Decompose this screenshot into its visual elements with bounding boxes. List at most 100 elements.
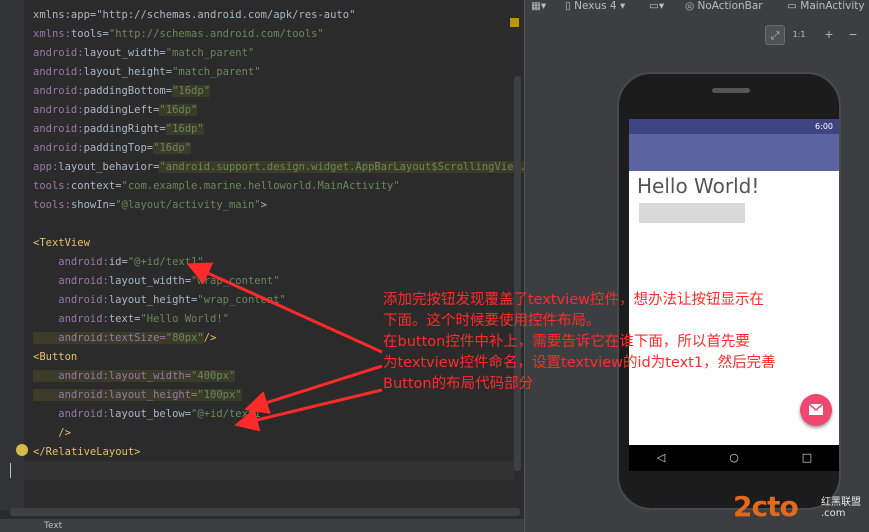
code-line[interactable]: android:layout_height="wrap_content" [33,291,286,310]
button-widget[interactable] [639,203,745,223]
code-token: android: [33,294,109,306]
text-caret [10,463,11,478]
code-token: RelativeLayout [45,446,135,458]
code-token: "Hello World!" [140,313,229,325]
orientation-icon[interactable]: ▦▾ [531,0,546,14]
code-line[interactable]: xmlns:app="http://schemas.android.com/ap… [33,6,355,25]
code-token: tools= [70,28,109,40]
code-token: xmlns: [33,28,71,40]
horizontal-scrollbar[interactable] [10,508,520,516]
code-token: "@layout/activity_main" [115,199,261,211]
floating-action-button[interactable] [800,394,832,426]
code-token: showIn= [70,199,116,211]
code-token: xmlns:app="http://schemas.android.com/ap… [33,9,356,21]
zoom-actual-button[interactable]: 1:1 [789,25,809,45]
code-line[interactable]: android:id="@+id/text1" [33,253,203,272]
code-line[interactable]: android:paddingTop="16dp" [33,139,192,158]
code-token: "16dp" [159,104,198,116]
code-token: layout_behavior= [58,161,160,173]
code-token: </ [33,446,46,458]
code-token: paddingRight= [83,123,166,135]
code-token: <TextView [33,237,90,249]
nav-home-button[interactable]: ○ [724,445,744,471]
api-icon[interactable]: ▭▾ [649,0,664,14]
code-line[interactable]: android:layout_width="wrap_content" [33,272,280,291]
code-line[interactable]: <TextView [33,234,90,253]
lightbulb-icon[interactable] [16,444,28,456]
theme-selector[interactable]: ◎ NoActionBar [685,0,763,14]
code-line[interactable]: <Button [33,348,77,367]
code-token: layout_height= [83,66,173,78]
code-line[interactable]: app:layout_behavior="android.support.des… [33,158,524,177]
code-token: "wrap_content" [191,275,280,287]
theme-name: NoActionBar [697,0,763,12]
code-token: "match_parent" [172,66,261,78]
code-token: paddingLeft= [83,104,160,116]
editor-bottom-tabs: Text [0,518,524,532]
activity-name: MainActivity [800,0,865,12]
annotation-line-3: 在button控件中补上，需要告诉它在谁下面，所以首先要 [383,334,750,350]
code-line[interactable]: android:paddingLeft="16dp" [33,101,198,120]
code-line[interactable]: android:layout_below="@+id/text1" [33,405,267,424]
code-token: /> [33,427,71,439]
hello-textview[interactable]: Hello World! [637,174,759,198]
tab-text[interactable]: Text [44,519,62,532]
code-line[interactable]: android:paddingBottom="16dp" [33,82,211,101]
code-line[interactable]: android:text="Hello World!" [33,310,229,329]
code-token: android: [33,123,84,135]
code-line[interactable]: android:layout_height="match_parent" [33,63,261,82]
annotation-line-4: 为textview控件命名，设置textview的id为text1，然后完善 [383,355,776,371]
code-token: text= [108,313,141,325]
annotation-line-2: 下面。这个时候要使用控件布局。 [383,313,601,329]
code-editor[interactable]: xmlns:app="http://schemas.android.com/ap… [0,0,524,532]
code-line[interactable]: tools:showIn="@layout/activity_main"> [33,196,267,215]
code-token: context= [70,180,122,192]
code-line[interactable]: android:paddingRight="16dp" [33,120,204,139]
code-token: > [134,446,141,458]
code-token: android: [33,275,109,287]
code-line[interactable]: android:layout_width="match_parent" [33,44,254,63]
code-token: android:layout_height= [33,389,198,401]
code-token: tools: [33,180,71,192]
phone-speaker [712,88,750,93]
code-token: <Button [33,351,78,363]
vertical-scrollbar[interactable] [514,76,521,471]
code-token: id= [108,256,128,268]
code-line[interactable]: </RelativeLayout> [33,443,141,462]
annotation-line-5: Button的布局代码部分 [383,376,534,392]
annotation-line-1: 添加完按钮发现覆盖了textview控件，想办法让按钮显示在 [383,292,765,308]
code-token: layout_height= [108,294,198,306]
status-bar: 6:00 [629,119,839,134]
code-token: "com.example.marine.helloworld.MainActiv… [121,180,400,192]
code-line[interactable]: /> [33,424,71,443]
code-area[interactable]: xmlns:app="http://schemas.android.com/ap… [0,0,524,480]
annotation-note: 添加完按钮发现覆盖了textview控件，想办法让按钮显示在 下面。这个时候要使… [383,290,869,395]
code-line[interactable]: android:layout_height="100px" [33,386,242,405]
code-line[interactable]: android:layout_width="400px" [33,367,236,386]
zoom-in-button[interactable]: + [819,25,839,45]
code-token: "400px" [191,370,236,382]
code-token: "match_parent" [165,47,255,59]
code-line[interactable]: tools:context="com.example.marine.hellow… [33,177,400,196]
code-token: "16dp" [172,85,211,97]
device-selector[interactable]: ▯ Nexus 4 ▾ [565,0,625,14]
zoom-toolbar: ⤢ 1:1 + − [525,22,869,50]
warning-marker[interactable] [510,18,519,27]
code-token: app: [33,161,59,173]
code-token: "16dp" [165,123,204,135]
code-line[interactable]: android:textSize="80px"/> [33,329,216,348]
nav-back-button[interactable]: ◁ [651,445,671,471]
site-watermark: 2cto 红黑联盟 .com [733,490,868,528]
zoom-out-button[interactable]: − [843,25,863,45]
code-token: android: [33,47,84,59]
code-token: "wrap_content" [197,294,286,306]
code-token: android: [33,85,84,97]
code-token: android: [33,104,84,116]
code-token: "android.support.design.widget.AppBarLay… [159,161,524,173]
zoom-fit-button[interactable]: ⤢ [765,25,785,45]
code-line[interactable]: xmlns:tools="http://schemas.android.com/… [33,25,324,44]
activity-selector[interactable]: ▭ MainActivity [787,0,865,14]
device-name: Nexus 4 [574,0,617,12]
code-token: android: [33,313,109,325]
nav-recent-button[interactable]: □ [797,445,817,471]
